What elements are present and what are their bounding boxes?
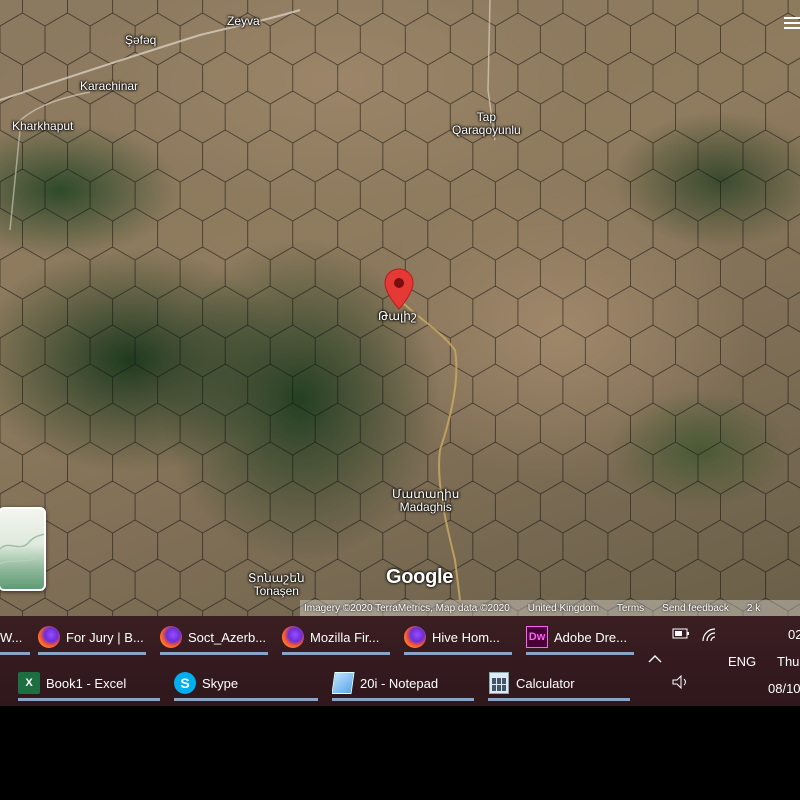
attribution-bar: Imagery ©2020 TerraMetrics, Map data ©20… — [300, 600, 800, 616]
terrain-icon — [0, 533, 44, 565]
battery-icon[interactable] — [672, 628, 690, 640]
firefox-icon — [282, 626, 304, 648]
excel-icon: X — [18, 672, 40, 694]
calculator-icon — [488, 672, 510, 694]
clock-date[interactable]: 08/10 — [768, 681, 800, 696]
taskbar-button-excel[interactable]: X Book1 - Excel — [18, 665, 160, 701]
place-label: Մատաղիս Madaghis — [392, 487, 460, 514]
taskbar-button-notepad[interactable]: 20i - Notepad — [332, 665, 474, 701]
taskbar-button-calculator[interactable]: Calculator — [488, 665, 630, 701]
taskbar-button-window[interactable]: W... — [0, 619, 30, 655]
terms-link[interactable]: Terms — [617, 603, 644, 614]
place-label: Tap Qaraqoyunlu — [452, 110, 521, 137]
clock-time[interactable]: 02 — [788, 627, 800, 642]
place-label: Թալիշ — [378, 309, 417, 323]
scale-label: 2 k — [746, 602, 761, 614]
imagery-credit: Imagery ©2020 TerraMetrics, Map data ©20… — [304, 602, 510, 614]
taskbar-button-dreamweaver[interactable]: Dw Adobe Dre... — [526, 619, 634, 655]
language-indicator[interactable]: ENG — [728, 654, 756, 669]
task-label: Calculator — [516, 675, 575, 691]
firefox-icon — [38, 626, 60, 648]
task-label: Mozilla Fir... — [310, 629, 380, 645]
send-feedback-link[interactable]: Send feedback — [662, 603, 729, 614]
task-label: Skype — [202, 675, 239, 691]
place-label: Տոնաշեն Tonaşen — [248, 571, 305, 598]
dreamweaver-icon: Dw — [526, 626, 548, 648]
task-label: Book1 - Excel — [46, 675, 127, 691]
google-logo: Google — [386, 566, 454, 588]
taskbar: W... For Jury | B... Soct_Azerb... Mozil… — [0, 616, 800, 706]
firefox-icon — [404, 626, 426, 648]
clock-day[interactable]: Thur — [777, 654, 800, 669]
volume-icon[interactable] — [672, 675, 690, 689]
task-label: For Jury | B... — [66, 629, 144, 645]
taskbar-button-skype[interactable]: S Skype — [174, 665, 318, 701]
region-link[interactable]: United Kingdom — [528, 603, 599, 614]
map-view[interactable]: Zeyva Şəfəq Karachinar Kharkhaput Tap Qar… — [0, 0, 800, 616]
task-label: Adobe Dre... — [554, 629, 627, 645]
window-label: W... — [0, 629, 23, 645]
place-label: Karachinar — [80, 79, 139, 93]
taskbar-button-firefox-soct[interactable]: Soct_Azerb... — [160, 619, 268, 655]
chevron-up-icon[interactable] — [648, 654, 662, 664]
taskbar-button-firefox-jury[interactable]: For Jury | B... — [38, 619, 146, 655]
taskbar-button-firefox-mozilla[interactable]: Mozilla Fir... — [282, 619, 390, 655]
skype-icon: S — [174, 672, 196, 694]
notepad-icon — [332, 672, 355, 694]
menu-icon[interactable] — [784, 17, 800, 31]
place-label: Şəfəq — [125, 33, 157, 47]
location-pin-icon[interactable] — [384, 268, 414, 310]
taskbar-button-firefox-hive[interactable]: Hive Hom... — [404, 619, 512, 655]
task-label: 20i - Notepad — [360, 675, 439, 691]
firefox-icon — [160, 626, 182, 648]
task-label: Soct_Azerb... — [188, 629, 267, 645]
layer-toggle-thumbnail[interactable] — [0, 507, 46, 591]
place-label: Zeyva — [227, 14, 260, 28]
place-label: Kharkhaput — [12, 119, 74, 133]
offscreen-area — [0, 706, 800, 800]
wifi-icon[interactable] — [702, 628, 718, 642]
task-label: Hive Hom... — [432, 629, 500, 645]
